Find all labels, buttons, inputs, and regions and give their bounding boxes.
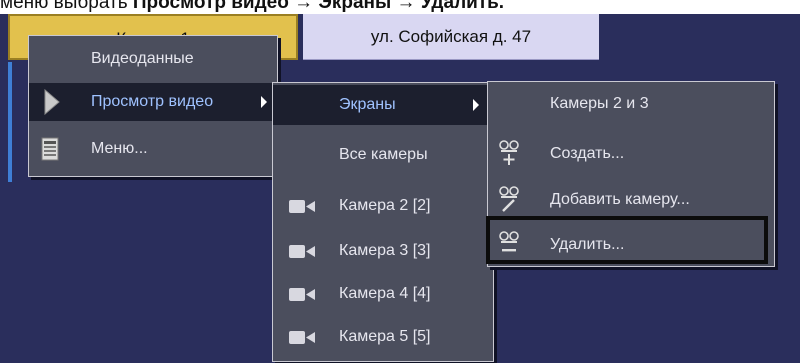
menu-item-view-video[interactable]: Просмотр видео	[29, 83, 277, 121]
caption-prefix: меню выбрать	[0, 0, 133, 13]
menu-item-add-camera[interactable]: Добавить камеру...	[488, 180, 774, 220]
video-camera-icon	[289, 288, 315, 301]
caption-bold: Просмотр видео → Экраны → Удалить.	[132, 0, 505, 13]
instruction-caption: меню выбрать Просмотр видео → Экраны → У…	[0, 0, 800, 14]
menu-item-camera-5-label: Камера 5 [5]	[339, 328, 431, 345]
video-desktop: Камера 1 ул. Софийская д. 47 Видеоданные…	[0, 14, 800, 363]
screen-add-camera-icon	[499, 186, 519, 212]
menu-item-view-video-label: Просмотр видео	[91, 93, 214, 110]
play-triangle-icon	[44, 89, 60, 115]
menu-item-screens-label: Экраны	[339, 96, 396, 113]
submenu-arrow-icon	[261, 96, 267, 108]
menu-item-camera-2-label: Камера 2 [2]	[339, 197, 431, 214]
menu-item-all-cameras[interactable]: Все камеры	[273, 135, 493, 175]
document-lines-icon	[41, 137, 59, 161]
menu-item-screens[interactable]: Экраны	[273, 85, 493, 125]
screen-create-icon	[499, 140, 519, 165]
active-tile-frame	[8, 62, 12, 182]
video-camera-icon	[289, 331, 315, 344]
menu-item-camera-2[interactable]: Камера 2 [2]	[273, 186, 493, 226]
context-menu-view-video: Экраны Все камеры Камера 2 [2] Камера 3 …	[272, 82, 494, 362]
menu-item-cameras-2-and-3-label: Камеры 2 и 3	[550, 95, 649, 112]
video-camera-icon	[289, 245, 315, 258]
delete-highlight-frame	[486, 216, 768, 264]
menu-item-all-cameras-label: Все камеры	[339, 146, 428, 163]
context-menu-main: Видеоданные Просмотр видео Меню...	[28, 35, 278, 177]
menu-item-menu-label: Меню...	[91, 140, 148, 157]
menu-item-camera-4-label: Камера 4 [4]	[339, 285, 431, 302]
menu-item-camera-3[interactable]: Камера 3 [3]	[273, 231, 493, 271]
menu-item-cameras-2-and-3[interactable]: Камеры 2 и 3	[488, 84, 774, 124]
street-tile-label: ул. Софийская д. 47	[370, 27, 532, 46]
menu-item-camera-4[interactable]: Камера 4 [4]	[273, 274, 493, 314]
menu-item-camera-5[interactable]: Камера 5 [5]	[273, 317, 493, 357]
menu-item-create-label: Создать...	[550, 145, 625, 162]
video-camera-icon	[289, 200, 315, 213]
menu-item-videodata[interactable]: Видеоданные	[29, 41, 277, 77]
submenu-arrow-icon	[473, 99, 479, 111]
menu-item-menu[interactable]: Меню...	[29, 131, 277, 167]
menu-item-camera-3-label: Камера 3 [3]	[339, 242, 431, 259]
menu-item-videodata-label: Видеоданные	[91, 50, 194, 67]
menu-item-add-camera-label: Добавить камеру...	[550, 191, 690, 208]
camera-tile-sofiyskaya[interactable]: ул. Софийская д. 47	[303, 14, 599, 60]
menu-item-create[interactable]: Создать...	[488, 134, 774, 174]
